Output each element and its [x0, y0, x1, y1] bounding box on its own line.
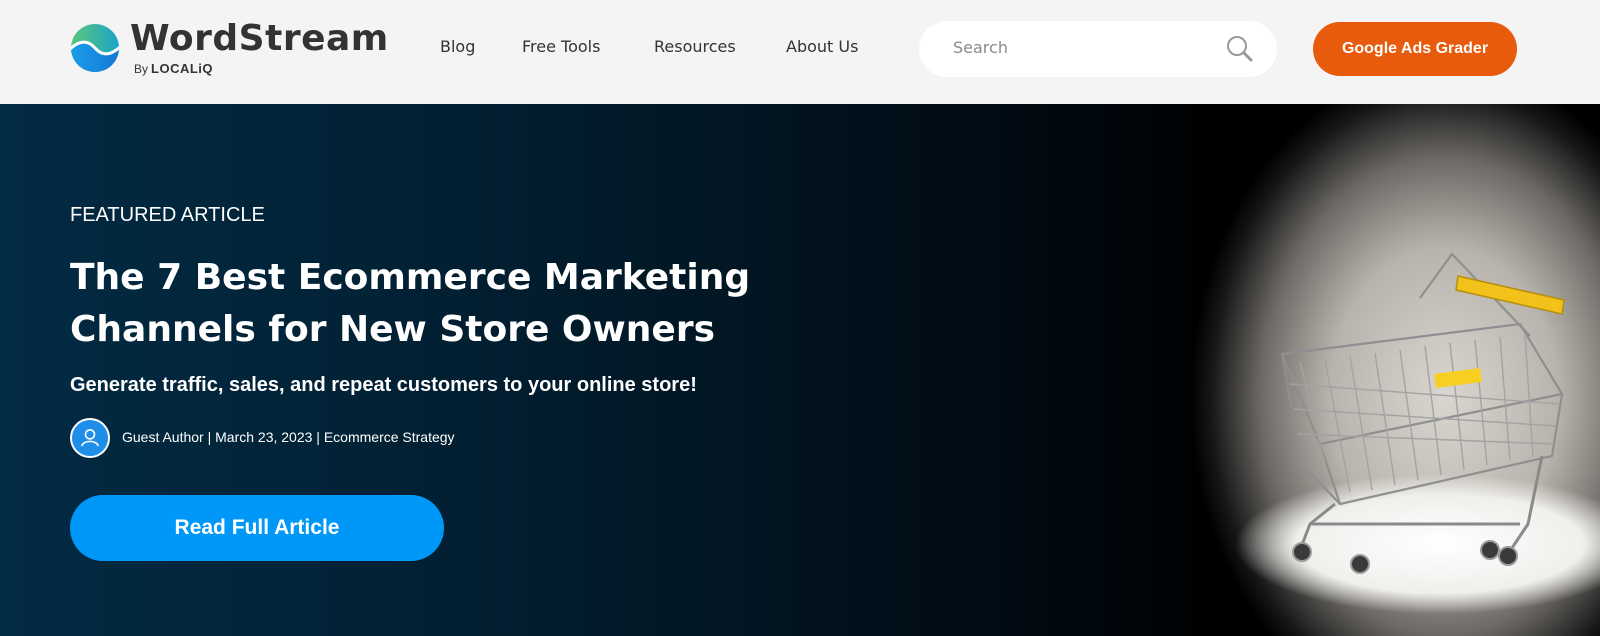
search-input[interactable]: [953, 38, 1203, 57]
logo-localiq: LOCALiQ: [151, 61, 214, 76]
nav-free-tools[interactable]: Free Tools: [522, 37, 600, 56]
article-title[interactable]: The 7 Best Ecommerce Marketing Channels …: [70, 252, 790, 356]
search-box: [919, 21, 1277, 77]
read-full-article-button[interactable]: Read Full Article: [70, 495, 444, 561]
logo-wordmark: WordStream: [130, 18, 389, 59]
article-byline: Guest Author | March 23, 2023 | Ecommerc…: [122, 429, 455, 445]
wordstream-wave-icon: [71, 24, 119, 72]
google-ads-grader-button[interactable]: Google Ads Grader: [1313, 22, 1517, 76]
shopping-cart-image: [1190, 104, 1600, 636]
wordstream-logo[interactable]: WordStream By LOCALiQ: [70, 18, 390, 79]
logo-byline: By LOCALiQ: [134, 61, 213, 76]
search-icon[interactable]: [1224, 33, 1256, 65]
user-avatar-icon: [70, 418, 110, 458]
featured-article-label: FEATURED ARTICLE: [70, 204, 265, 226]
nav-resources[interactable]: Resources: [654, 37, 736, 56]
nav-blog[interactable]: Blog: [440, 37, 475, 56]
logo-by-text: By: [134, 62, 149, 76]
featured-article-hero: FEATURED ARTICLE The 7 Best Ecommerce Ma…: [0, 104, 1600, 636]
site-header: WordStream By LOCALiQ Blog Free Tools Res…: [0, 0, 1600, 104]
article-subtitle: Generate traffic, sales, and repeat cust…: [70, 374, 697, 396]
nav-about-us[interactable]: About Us: [786, 37, 858, 56]
